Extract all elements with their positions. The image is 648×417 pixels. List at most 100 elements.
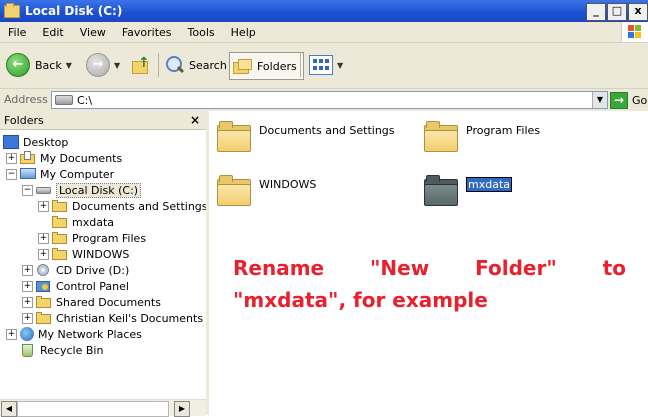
annotation-word: to (602, 256, 626, 280)
annotation-line-2: "mxdata", for example (233, 288, 488, 312)
folder-tree: Desktop + My Documents − My Computer − L… (0, 130, 206, 398)
views-button[interactable]: ▼ (309, 51, 343, 79)
back-dropdown-icon[interactable]: ▼ (66, 61, 72, 70)
folder-icon (36, 311, 52, 325)
go-arrow-icon: → (610, 92, 628, 109)
network-icon (20, 327, 34, 341)
up-folder-button[interactable]: ↑ (130, 51, 150, 79)
rename-input[interactable]: mxdata (466, 176, 513, 192)
forward-arrow-icon: → (86, 53, 110, 77)
tree-item-christian-keils-documents[interactable]: Christian Keil's Documents (36, 310, 203, 326)
folder-icon (424, 175, 458, 206)
menu-favorites[interactable]: Favorites (114, 26, 180, 39)
folder-icon (217, 121, 251, 152)
window-title: Local Disk (C:) (25, 4, 123, 18)
back-label: Back (35, 58, 62, 72)
tree-item-control-panel[interactable]: Control Panel (36, 278, 129, 294)
up-folder-icon: ↑ (130, 55, 150, 75)
folders-icon (233, 58, 253, 74)
tree-item-label: Christian Keil's Documents (56, 311, 204, 325)
folder-label: Program Files (466, 123, 541, 137)
instruction-annotation: Rename "New Folder" to "mxdata", for exa… (233, 252, 626, 316)
menu-tools[interactable]: Tools (180, 26, 223, 39)
go-button[interactable]: → Go (610, 92, 647, 109)
folders-pane-title: Folders (4, 113, 44, 127)
tree-item-desktop[interactable]: Desktop (3, 134, 68, 150)
menu-file[interactable]: File (0, 26, 34, 39)
tree-item-program-files[interactable]: Program Files (52, 230, 146, 246)
address-value: C:\ (77, 93, 93, 107)
expand-icon[interactable]: + (6, 153, 17, 164)
tree-item-label: Control Panel (56, 279, 129, 293)
collapse-icon[interactable]: − (6, 169, 17, 180)
toolbar-divider (300, 53, 301, 77)
search-label: Search (189, 58, 227, 72)
collapse-icon[interactable]: − (22, 185, 33, 196)
folder-program-files[interactable]: Program Files (424, 121, 541, 152)
views-dropdown-icon[interactable]: ▼ (337, 61, 343, 70)
forward-dropdown-icon[interactable]: ▼ (114, 61, 120, 70)
tree-item-recycle-bin[interactable]: Recycle Bin (20, 342, 103, 358)
recycle-bin-icon (20, 343, 36, 357)
menu-edit[interactable]: Edit (34, 26, 71, 39)
expand-icon[interactable]: + (22, 281, 33, 292)
tree-item-label: Program Files (72, 231, 147, 245)
annotation-word: Rename (233, 256, 325, 280)
close-icon[interactable]: × (190, 113, 200, 127)
annotation-word: "New (370, 256, 430, 280)
expand-icon[interactable]: + (22, 313, 33, 324)
tree-item-label: My Documents (40, 151, 123, 165)
tree-item-my-network-places[interactable]: My Network Places (20, 326, 142, 342)
folder-icon (52, 231, 68, 245)
folder-icon (52, 215, 68, 229)
disk-icon (55, 95, 73, 105)
folders-button[interactable]: Folders (229, 52, 304, 80)
search-icon (165, 55, 185, 75)
tree-item-label: My Computer (40, 167, 115, 181)
folder-icon (4, 2, 20, 18)
expand-icon[interactable]: + (22, 297, 33, 308)
tree-item-label: Recycle Bin (40, 343, 104, 357)
tree-item-label: Shared Documents (56, 295, 161, 309)
minimize-button[interactable]: _ (586, 3, 606, 21)
tree-item-local-disk[interactable]: Local Disk (C:) (36, 182, 142, 198)
folder-documents-and-settings[interactable]: Documents and Settings (217, 121, 395, 152)
expand-icon[interactable]: + (38, 249, 49, 260)
tree-item-label: Documents and Settings (72, 199, 206, 213)
address-input[interactable]: C:\ ▼ (51, 91, 608, 109)
tree-item-my-documents[interactable]: My Documents (20, 150, 122, 166)
tree-item-my-computer[interactable]: My Computer (20, 166, 114, 182)
address-bar: Address C:\ ▼ → Go (0, 89, 648, 112)
my-computer-icon (20, 167, 36, 179)
expand-icon[interactable]: + (38, 233, 49, 244)
tree-item-shared-documents[interactable]: Shared Documents (36, 294, 161, 310)
folder-windows[interactable]: WINDOWS (217, 175, 316, 206)
close-button[interactable]: x (628, 3, 648, 21)
tree-item-label: Local Disk (C:) (56, 182, 142, 198)
tree-item-label: CD Drive (D:) (56, 263, 130, 277)
menu-view[interactable]: View (72, 26, 114, 39)
menu-help[interactable]: Help (223, 26, 264, 39)
tree-item-windows[interactable]: WINDOWS (52, 246, 129, 262)
standard-toolbar: ← Back ▼ → ▼ ↑ Search Folders ▼ (0, 43, 648, 89)
back-button[interactable]: ← Back ▼ (6, 51, 72, 79)
tree-item-label: WINDOWS (72, 247, 130, 261)
annotation-word: Folder" (475, 256, 557, 280)
maximize-button[interactable]: □ (607, 3, 627, 21)
forward-button[interactable]: → ▼ (86, 51, 120, 79)
desktop-icon (3, 135, 19, 149)
folder-mxdata[interactable]: mxdata (424, 175, 513, 206)
control-panel-icon (36, 279, 52, 293)
tree-item-mxdata[interactable]: mxdata (52, 214, 114, 230)
tree-item-documents-and-settings[interactable]: Documents and Settings (52, 198, 206, 214)
folders-pane-header: Folders × (0, 111, 206, 130)
search-button[interactable]: Search (165, 51, 227, 79)
expand-icon[interactable]: + (38, 201, 49, 212)
horizontal-scrollbar[interactable]: ◀ ▶ (0, 399, 206, 417)
address-dropdown-icon[interactable]: ▼ (592, 92, 607, 108)
views-icon (309, 55, 333, 75)
tree-item-label: mxdata (72, 215, 115, 229)
expand-icon[interactable]: + (22, 265, 33, 276)
tree-item-cd-drive[interactable]: CD Drive (D:) (36, 262, 129, 278)
expand-icon[interactable]: + (6, 329, 17, 340)
